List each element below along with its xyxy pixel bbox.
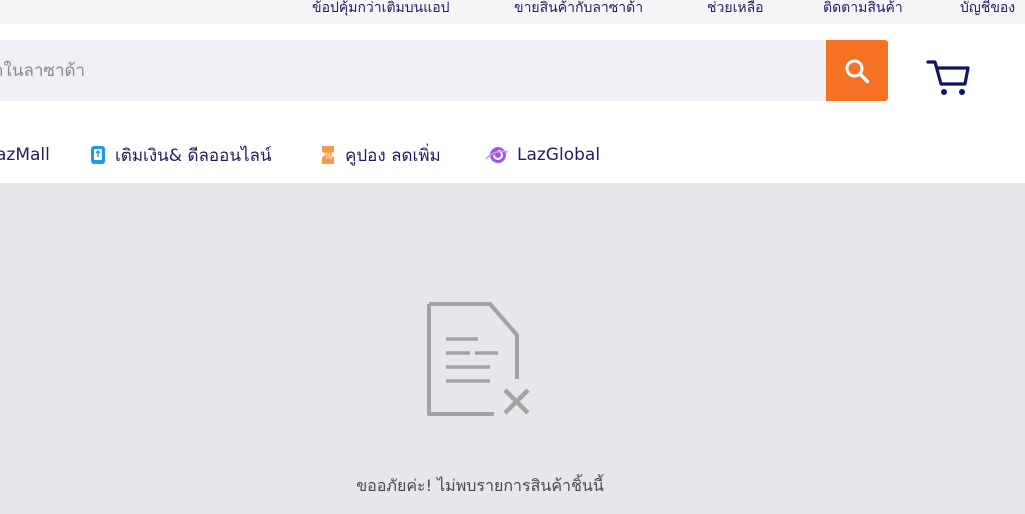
header: azMall เติมเงิน& ดีลออนไลน์ % คูปอง ลดเพ… xyxy=(0,24,1025,183)
phone-topup-icon xyxy=(91,146,105,164)
account-link[interactable]: บัญชีของ xyxy=(960,0,1015,17)
nav-item-topup[interactable]: เติมเงิน& ดีลออนไลน์ xyxy=(89,143,272,167)
empty-state-message: ขออภัยค่ะ! ไม่พบรายการสินค้าชิ้นนี้ xyxy=(356,476,604,495)
nav-item-lazglobal[interactable]: LazGlobal xyxy=(485,143,600,167)
nav-item-coupon[interactable]: % คูปอง ลดเพิ่ม xyxy=(319,143,441,167)
empty-state: ขออภัยค่ะ! ไม่พบรายการสินค้าชิ้นนี้ xyxy=(0,183,1025,514)
nav-item-label: LazGlobal xyxy=(517,145,601,165)
coupon-icon: % xyxy=(322,146,334,164)
document-not-found-icon xyxy=(427,302,530,416)
search-input[interactable] xyxy=(0,40,826,101)
svg-text:%: % xyxy=(324,152,333,162)
sell-on-lazada-link[interactable]: ขายสินค้ากับลาซาด้า xyxy=(514,0,643,17)
nav-item-label: คูปอง ลดเพิ่ม xyxy=(345,145,441,166)
top-links-bar: ข้อปคุ้มกว่าเติมบนแอป ขายสินค้ากับลาซาด้… xyxy=(0,0,1025,24)
app-promo-link[interactable]: ข้อปคุ้มกว่าเติมบนแอป xyxy=(312,0,450,17)
nav-item-label: เติมเงิน& ดีลออนไลน์ xyxy=(115,145,272,166)
track-order-link[interactable]: ติดตามสินค้า xyxy=(823,0,903,17)
cart-button[interactable] xyxy=(924,56,972,98)
nav-item-lazmall[interactable]: azMall xyxy=(0,143,50,167)
nav-item-label: azMall xyxy=(0,145,50,165)
help-link[interactable]: ช่วยเหลือ xyxy=(707,0,764,17)
lazglobal-icon xyxy=(485,147,509,163)
search-box xyxy=(0,40,888,101)
search-icon xyxy=(845,59,870,83)
cart-icon xyxy=(926,60,970,95)
search-button[interactable] xyxy=(826,40,888,101)
